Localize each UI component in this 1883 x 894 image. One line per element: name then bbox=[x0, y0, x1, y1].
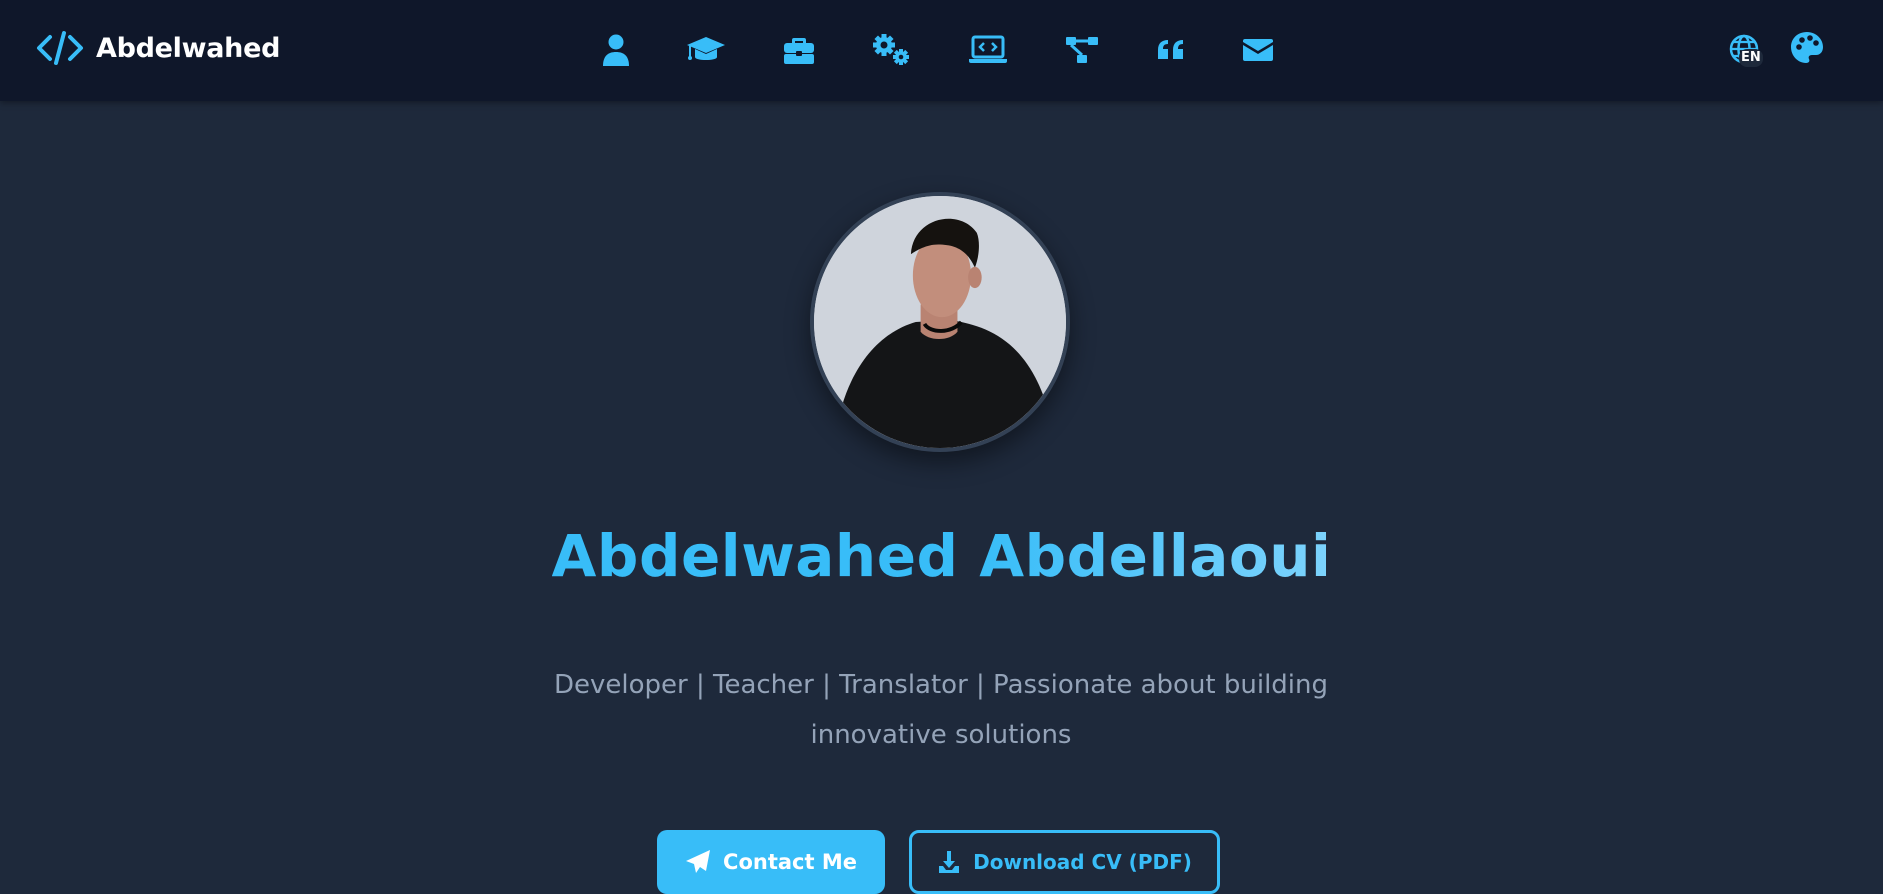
laptop-code-icon bbox=[969, 35, 1007, 63]
download-cv-button[interactable]: Download CV (PDF) bbox=[909, 830, 1220, 894]
download-icon bbox=[939, 851, 960, 873]
nav-testimonials-link[interactable] bbox=[1145, 28, 1197, 72]
brand-logo-link[interactable]: Abdelwahed bbox=[36, 28, 280, 68]
nav-structure-link[interactable] bbox=[1056, 28, 1108, 72]
diagram-icon bbox=[1066, 37, 1098, 63]
profile-photo-image bbox=[814, 196, 1066, 448]
header-tools: EN bbox=[1663, 0, 1883, 101]
theme-toggle[interactable] bbox=[1789, 30, 1829, 70]
language-code: EN bbox=[1739, 49, 1763, 67]
gears-icon bbox=[873, 34, 909, 65]
language-toggle[interactable]: EN bbox=[1723, 30, 1767, 74]
nav-projects-link[interactable] bbox=[962, 28, 1014, 72]
main-nav bbox=[590, 28, 1290, 72]
nav-about-link[interactable] bbox=[590, 28, 642, 72]
contact-me-label: Contact Me bbox=[723, 850, 857, 874]
hero-name-text: Abdelwahed Abdellaoui bbox=[551, 522, 1332, 590]
quote-icon bbox=[1158, 40, 1183, 59]
download-cv-label: Download CV (PDF) bbox=[973, 850, 1192, 874]
brand-name: Abdelwahed bbox=[96, 32, 281, 64]
nav-education-link[interactable] bbox=[680, 28, 732, 72]
code-icon bbox=[37, 31, 83, 65]
briefcase-icon bbox=[784, 38, 814, 64]
paper-plane-icon bbox=[686, 850, 711, 873]
palette-icon bbox=[1791, 32, 1823, 63]
top-navbar: Abdelwahed EN bbox=[0, 0, 1883, 101]
nav-skills-link[interactable] bbox=[865, 28, 917, 72]
contact-me-button[interactable]: Contact Me bbox=[657, 830, 885, 894]
profile-photo bbox=[810, 192, 1070, 452]
tagline-line-1: Developer | Teacher | Translator | Passi… bbox=[553, 670, 1329, 700]
nav-contact-link[interactable] bbox=[1232, 28, 1284, 72]
tagline-line-2: innovative solutions bbox=[810, 720, 1072, 750]
envelope-icon bbox=[1243, 39, 1273, 61]
nav-experience-link[interactable] bbox=[773, 28, 825, 72]
user-icon bbox=[603, 34, 629, 66]
graduation-cap-icon bbox=[687, 37, 725, 60]
hero-name-heading: Abdelwahed Abdellaoui bbox=[0, 522, 1883, 590]
hero-tagline: Developer | Teacher | Translator | Passi… bbox=[541, 660, 1341, 760]
